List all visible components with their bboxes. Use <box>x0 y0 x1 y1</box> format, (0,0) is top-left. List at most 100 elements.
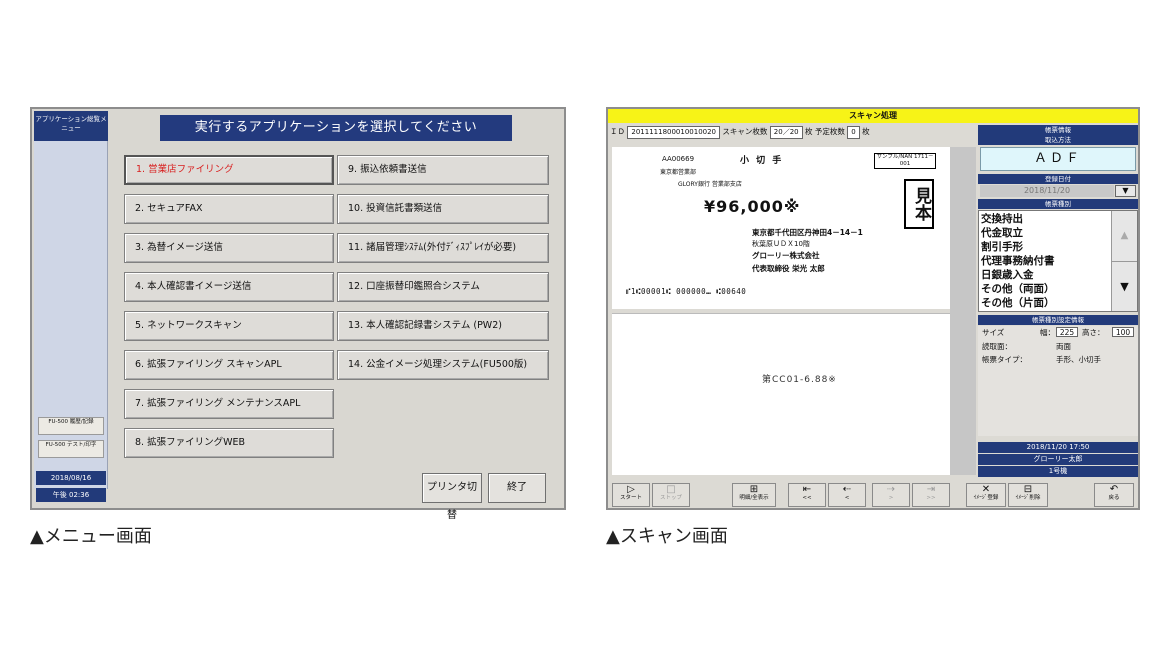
fu500-history-button[interactable]: FU-500 履歴/記録 <box>38 417 104 435</box>
payee-address-2: 秋葉原ＵＤＸ10階 <box>752 240 810 248</box>
printer-switch-button[interactable]: プリンタ切替 <box>422 473 482 521</box>
list-item[interactable]: 代金取立 <box>981 226 1109 240</box>
chevron-down-icon[interactable]: ▼ <box>1115 185 1136 197</box>
app-button-2[interactable]: 2. セキュアFAX <box>124 194 334 224</box>
stop-icon: □ <box>666 484 676 495</box>
method-adf[interactable]: ＡＤＦ <box>980 147 1136 171</box>
prev-page-icon: ⇠ <box>842 484 852 495</box>
menu-caption: ▲メニュー画面 <box>30 526 152 547</box>
form-type-list[interactable]: 交換持出 代金取立 割引手形 代理事務納付書 日銀歳入金 その他（両面） その他… <box>978 210 1138 312</box>
first-page-button[interactable]: ⇤ << <box>788 483 826 507</box>
list-item[interactable]: 割引手形 <box>981 240 1109 254</box>
app-button-8[interactable]: 8. 拡張ファイリングWEB <box>124 428 334 458</box>
scan-screen: スキャン処理 ＩＤ 2011111800010010020 スキャン枚数 20／… <box>606 107 1140 510</box>
info-head-type: 帳票種別 <box>978 199 1138 209</box>
scan-title: スキャン処理 <box>608 109 1138 123</box>
form-type-value: 手形、小切手 <box>1056 355 1101 364</box>
image-delete-label: ｲﾒｰｼﾞ削除 <box>1015 495 1041 501</box>
prev-page-button[interactable]: ⇠ < <box>828 483 866 507</box>
scan-count-value: 20／20 <box>769 125 803 139</box>
reg-date-value[interactable]: 2018/11/20 <box>980 185 1114 197</box>
app-button-3[interactable]: 3. 為替イメージ送信 <box>124 233 334 263</box>
image-delete-button[interactable]: ⊟ ｲﾒｰｼﾞ削除 <box>1008 483 1048 507</box>
status-datetime: 2018/11/20 17:50 <box>978 442 1138 453</box>
status-user: グローリー太郎 <box>978 454 1138 465</box>
start-button[interactable]: ▷ スタート <box>612 483 650 507</box>
side-title: アプリケーション総覧メニュー <box>34 111 108 141</box>
grid-icon: ⊞ <box>749 484 759 495</box>
height-label: 高さ： <box>1082 328 1105 337</box>
app-button-14[interactable]: 14. 公金イメージ処理システム(FU500版) <box>337 350 549 380</box>
stop-button[interactable]: □ ストップ <box>652 483 690 507</box>
exit-button[interactable]: 終了 <box>488 473 546 503</box>
image-register-button[interactable]: ✕ ｲﾒｰｼﾞ登録 <box>966 483 1006 507</box>
sample-tag: サンプル/NAN 1711－001 <box>874 153 936 169</box>
check-kind: 小 切 手 <box>740 156 784 166</box>
app-button-1[interactable]: 1. 営業店ファイリング <box>124 155 334 185</box>
info-head-form: 帳票情報 <box>978 125 1138 135</box>
app-button-11[interactable]: 11. 諸届管理ｼｽﾃﾑ(外付ﾃﾞｨｽﾌﾟﾚｲが必要) <box>337 233 549 263</box>
fu500-test-button[interactable]: FU-500 テスト/印字 <box>38 440 104 458</box>
back-button-label: 戻る <box>1108 495 1120 501</box>
sample-stamp: 見本 <box>904 179 934 229</box>
stop-button-label: ストップ <box>659 495 682 501</box>
back-button[interactable]: ↶ 戻る <box>1094 483 1134 507</box>
last-page-label: >> <box>926 495 936 501</box>
id-value: 2011111800010010020 <box>627 125 721 139</box>
app-button-4[interactable]: 4. 本人確認書イメージ送信 <box>124 272 334 302</box>
date-display: 2018/08/16 <box>36 471 106 485</box>
size-label: サイズ <box>982 328 1005 337</box>
app-button-12[interactable]: 12. 口座振替印鑑照合システム <box>337 272 549 302</box>
check-number: AA00669 <box>662 155 695 163</box>
scan-count-unit: 枚 <box>805 127 813 136</box>
app-button-7[interactable]: 7. 拡張ファイリング メンテナンスAPL <box>124 389 334 419</box>
list-item[interactable]: 交換持出 <box>981 212 1109 226</box>
delete-icon: ⊟ <box>1023 484 1033 495</box>
last-page-button[interactable]: ⇥ >> <box>912 483 950 507</box>
info-head-method: 取込方法 <box>978 135 1138 145</box>
id-row: ＩＤ 2011111800010010020 スキャン枚数 20／20 枚 予定… <box>610 125 978 139</box>
app-button-13[interactable]: 13. 本人確認記録書システム (PW2) <box>337 311 549 341</box>
app-button-9[interactable]: 9. 振込依頼書送信 <box>337 155 549 185</box>
back-icon: ↶ <box>1109 484 1119 495</box>
app-button-6[interactable]: 6. 拡張ファイリング スキャンAPL <box>124 350 334 380</box>
scanned-check-image: AA00669 小 切 手 サンプル/NAN 1711－001 見本 東京都営業… <box>612 147 950 309</box>
next-page-icon: ⇢ <box>886 484 896 495</box>
detail-view-label: 明細/全表示 <box>739 495 769 501</box>
payee-name: 代表取締役 栄光 太郎 <box>752 264 825 273</box>
width-label: 幅： <box>1040 328 1055 337</box>
next-page-button[interactable]: ⇢ > <box>872 483 910 507</box>
info-panel: 帳票情報 取込方法 ＡＤＦ 登録日付 2018/11/20 ▼ 帳票種別 交換持… <box>978 125 1138 477</box>
width-value: 225 <box>1056 327 1078 337</box>
list-item[interactable]: その他（片面） <box>981 296 1109 310</box>
scan-caption: ▲スキャン画面 <box>606 526 728 547</box>
app-button-5[interactable]: 5. ネットワークスキャン <box>124 311 334 341</box>
planned-value: 0 <box>847 125 860 139</box>
scroll-down-icon[interactable]: ▼ <box>1111 261 1137 311</box>
info-head-settings: 帳票種別設定情報 <box>978 315 1138 325</box>
scan-count-label: スキャン枚数 <box>722 127 768 136</box>
scroll-up-icon[interactable]: ▲ <box>1111 211 1137 261</box>
id-label: ＩＤ <box>610 127 625 136</box>
image-gutter <box>950 147 976 475</box>
read-side-label: 読取面： <box>982 342 1012 351</box>
detail-view-button[interactable]: ⊞ 明細/全表示 <box>732 483 776 507</box>
settings-info: サイズ 幅： 225 高さ： 100 読取面： 両面 帳票タイプ： 手形、小切手 <box>978 326 1138 436</box>
list-item[interactable]: その他（両面） <box>981 282 1109 296</box>
payee-company: グローリー株式会社 <box>752 251 820 260</box>
prev-page-label: < <box>844 495 850 501</box>
form-type-label: 帳票タイプ： <box>982 355 1027 364</box>
app-button-10[interactable]: 10. 投資信託書類送信 <box>337 194 549 224</box>
next-page-label: > <box>888 495 894 501</box>
info-head-regdate: 登録日付 <box>978 174 1138 184</box>
planned-label: 予定枚数 <box>814 127 845 136</box>
list-item[interactable]: 代理事務納付書 <box>981 254 1109 268</box>
start-button-label: スタート <box>619 495 642 501</box>
status-machine: 1号機 <box>978 466 1138 477</box>
height-value: 100 <box>1112 327 1134 337</box>
list-item[interactable]: 日銀歳入金 <box>981 268 1109 282</box>
bank-line-1: 東京都営業部 <box>660 169 697 176</box>
first-page-label: << <box>802 495 812 501</box>
payee-address-1: 東京都千代田区丹神田4－14－1 <box>752 228 863 237</box>
micr-line: ⑈1⑆00001⑆ 000000⑉ ⑆00640 <box>626 287 747 296</box>
